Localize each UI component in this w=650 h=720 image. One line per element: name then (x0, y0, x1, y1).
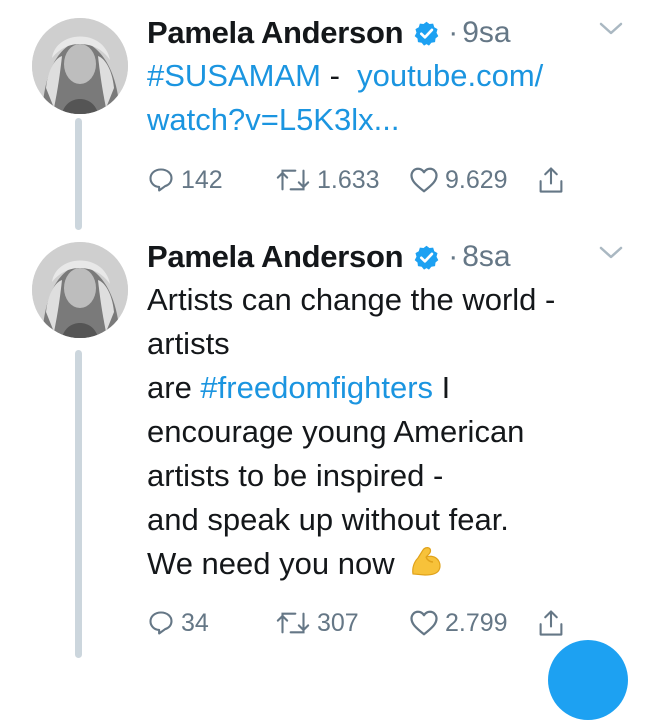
text-line: artists to be inspired - (147, 458, 444, 493)
retweet-button[interactable]: 1.633 (275, 166, 380, 195)
text-fragment: are (147, 370, 201, 405)
author-name[interactable]: Pamela Anderson (147, 15, 404, 51)
text-line: and speak up without fear. (147, 502, 509, 537)
tweet-1[interactable]: Pamela Anderson · 9sa #SUSAMAM - youtube… (147, 12, 630, 142)
like-button[interactable]: 9.629 (409, 166, 508, 195)
reply-icon (149, 611, 173, 635)
like-count: 2.799 (445, 608, 508, 637)
share-icon (539, 167, 563, 193)
reply-button[interactable]: 142 (147, 166, 223, 195)
avatar[interactable] (32, 242, 128, 338)
author-name[interactable]: Pamela Anderson (147, 239, 404, 275)
retweet-icon (276, 612, 310, 634)
share-button[interactable] (537, 165, 565, 195)
hashtag-link[interactable]: #SUSAMAM (147, 58, 321, 93)
thread-line-bottom (75, 350, 82, 658)
retweet-icon (276, 169, 310, 191)
tweet-timestamp[interactable]: 8sa (462, 240, 510, 274)
compose-tweet-button[interactable] (548, 640, 628, 720)
thread-line-top (75, 118, 82, 230)
share-icon (539, 610, 563, 636)
separator-dot: · (448, 16, 459, 49)
like-button[interactable]: 2.799 (409, 609, 508, 638)
avatar-photo-icon (32, 242, 128, 338)
avatar-photo-icon (32, 18, 128, 114)
text-fragment: I (433, 370, 451, 405)
like-count: 9.629 (445, 165, 508, 194)
verified-badge-icon (414, 245, 439, 270)
text-line: encourage young American (147, 414, 525, 449)
heart-icon (410, 610, 438, 636)
retweet-count: 307 (317, 608, 359, 637)
separator-dot: · (448, 240, 459, 273)
chevron-down-icon[interactable] (598, 20, 624, 38)
chevron-down-icon[interactable] (598, 244, 624, 262)
url-link-part-1[interactable]: youtube.com/ (357, 58, 543, 93)
retweet-count: 1.633 (317, 165, 380, 194)
tweet-header: Pamela Anderson · 8sa (147, 236, 630, 278)
tweet-header: Pamela Anderson · 9sa (147, 12, 630, 54)
text-line: We need you now (147, 546, 395, 581)
text-dash: - (320, 58, 349, 93)
reply-count: 142 (181, 165, 223, 194)
avatar[interactable] (32, 18, 128, 114)
retweet-button[interactable]: 307 (275, 609, 359, 638)
tweet-text: Artists can change the world - artists a… (147, 278, 630, 586)
hashtag-link[interactable]: #freedomfighters (200, 370, 433, 405)
verified-badge-icon (414, 21, 439, 46)
share-button[interactable] (537, 608, 565, 638)
text-line: Artists can change the world - (147, 282, 556, 317)
reply-count: 34 (181, 608, 209, 637)
tweet-text: #SUSAMAM - youtube.com/ watch?v=L5K3lx..… (147, 54, 630, 142)
tweet-timestamp[interactable]: 9sa (462, 16, 510, 50)
tweet-1-actions: 142 1.633 9.629 (147, 160, 587, 200)
tweet-2[interactable]: Pamela Anderson · 8sa Artists can change… (147, 236, 630, 586)
url-link-part-2[interactable]: watch?v=L5K3lx... (147, 102, 399, 137)
reply-icon (149, 168, 173, 192)
flexed-biceps-emoji-icon (412, 547, 441, 576)
reply-button[interactable]: 34 (147, 609, 209, 638)
text-line: artists (147, 326, 230, 361)
heart-icon (410, 167, 438, 193)
tweet-2-actions: 34 307 2.799 (147, 603, 587, 643)
